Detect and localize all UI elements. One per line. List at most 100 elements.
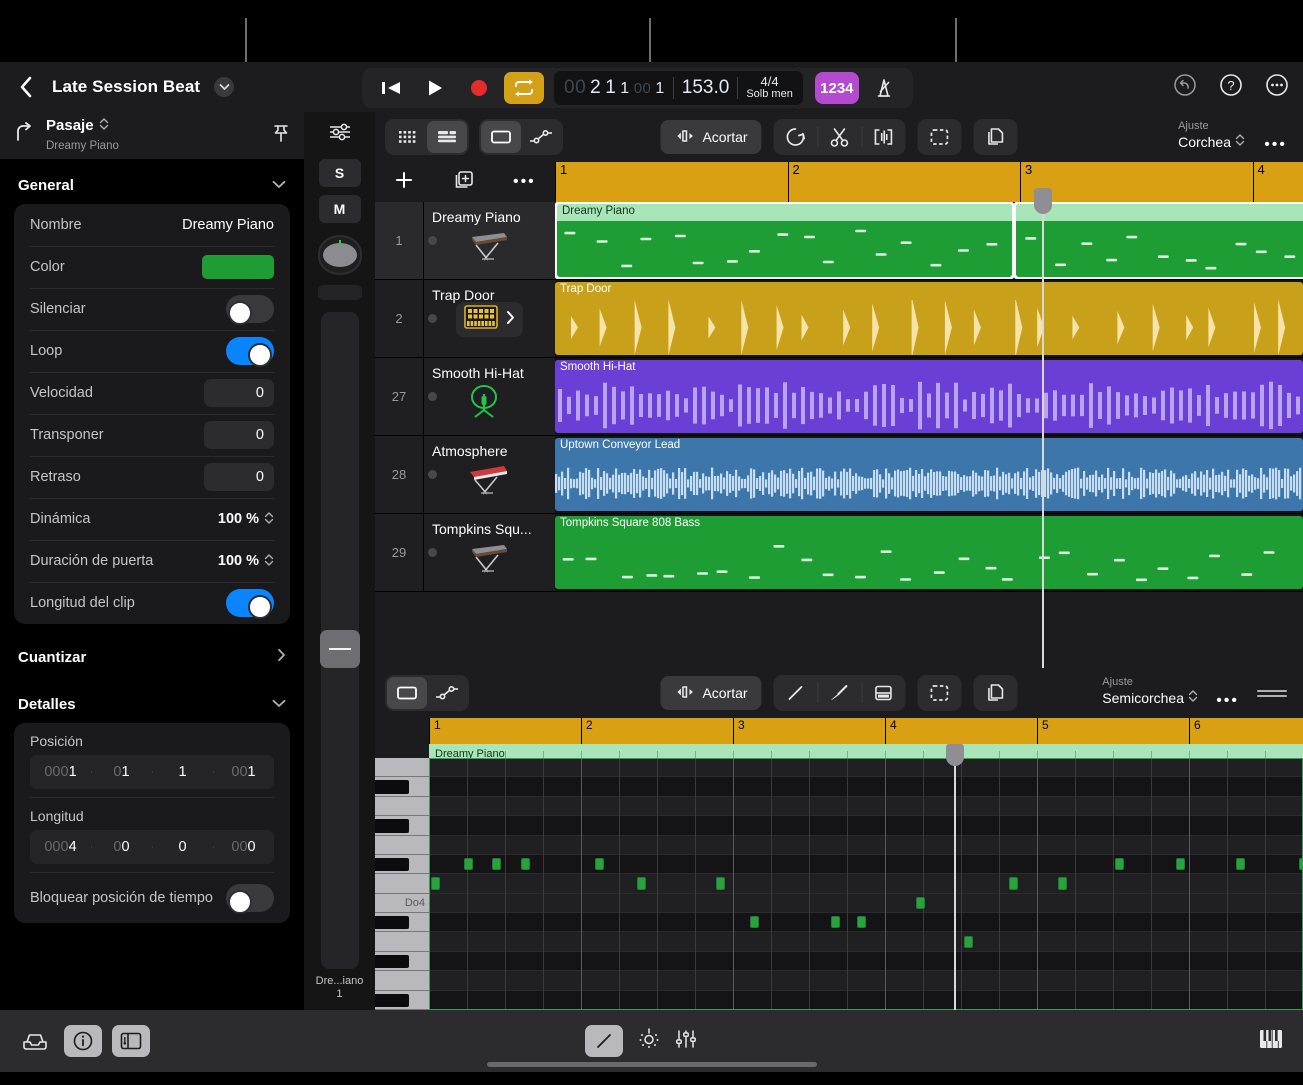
region[interactable]: Trap Door [555, 282, 1303, 355]
record-enable-dot[interactable] [428, 392, 437, 401]
region[interactable]: Tompkins Square 808 Bass [555, 516, 1303, 589]
midi-note[interactable] [915, 896, 925, 910]
row-nombre[interactable]: Nombre Dreamy Piano [14, 204, 290, 246]
track-row[interactable]: 2 Trap Door Trap Door [375, 280, 1303, 358]
midi-note[interactable] [963, 935, 973, 948]
track-lane[interactable]: Uptown Conveyor Lead [555, 436, 1303, 513]
editor-region-bar[interactable]: Dreamy Piano [429, 744, 1303, 760]
position-seg-div[interactable]: 1 [152, 764, 213, 780]
row-retraso[interactable]: Retraso 0 [14, 456, 290, 498]
timeline-ruler[interactable]: 1234567 [555, 162, 1303, 202]
cycle-icon[interactable] [504, 72, 544, 104]
piano-black-key[interactable] [375, 954, 409, 969]
playhead-handle[interactable] [1034, 188, 1052, 214]
track-info[interactable]: Smooth Hi-Hat [423, 358, 555, 435]
duplicate-icon[interactable] [973, 119, 1018, 155]
position-seg-beat[interactable]: 01 [91, 764, 152, 780]
row-dinamica[interactable]: Dinámica 100 % [14, 498, 290, 540]
duplicate-icon[interactable] [973, 675, 1018, 711]
stepper-icon[interactable] [264, 511, 274, 528]
length-field[interactable]: 000 4 00 0 00 0 [30, 830, 274, 864]
track-lane[interactable]: Tompkins Square 808 Bass [555, 514, 1303, 591]
duplicate-track-icon[interactable] [453, 169, 475, 196]
length-seg-div[interactable]: 0 [152, 839, 213, 855]
note-select-icon[interactable] [387, 677, 427, 709]
count-in-button[interactable]: 1234 [814, 72, 859, 104]
help-icon[interactable]: ? [1219, 73, 1243, 102]
more-icon[interactable]: ••• [513, 173, 536, 191]
editor-playhead-handle[interactable] [946, 744, 964, 766]
piano-white-key[interactable] [375, 758, 429, 778]
chevron-down-icon[interactable] [272, 176, 286, 194]
editors-panel-icon[interactable] [112, 1025, 150, 1057]
info-icon[interactable] [64, 1025, 102, 1057]
length-seg-bar[interactable]: 000 4 [30, 839, 91, 855]
editor-snap-value-row[interactable]: Semicorchea [1102, 689, 1198, 707]
stepper-icon[interactable] [264, 553, 274, 570]
horizontal-scrollbar[interactable] [487, 1062, 817, 1067]
stepper-icon[interactable] [99, 117, 109, 136]
undo-icon[interactable] [1173, 73, 1197, 102]
pencil-tool-icon[interactable] [585, 1025, 623, 1057]
record-icon[interactable] [460, 72, 498, 104]
position-field[interactable]: 000 1 01 1 00 1 [30, 755, 274, 789]
snap-value-row[interactable]: Corchea [1178, 133, 1245, 151]
pan-knob[interactable] [317, 235, 362, 275]
row-duracion-puerta[interactable]: Duración de puerta 100 % [14, 540, 290, 582]
track-lane[interactable]: Dreamy Piano [555, 202, 1303, 279]
midi-note[interactable] [1008, 877, 1018, 890]
piano-keyboard-icon[interactable] [1257, 1027, 1285, 1056]
record-enable-dot[interactable] [428, 314, 437, 323]
midi-note[interactable] [1115, 857, 1125, 871]
mixer-icon[interactable] [675, 1028, 697, 1055]
piano-black-key[interactable] [375, 916, 409, 930]
details-section-header[interactable]: Detalles [0, 677, 304, 723]
editor-snap-control[interactable]: Ajuste Semicorchea [1102, 676, 1198, 707]
midi-note[interactable] [831, 916, 840, 929]
volume-fader[interactable] [319, 312, 360, 969]
midi-note[interactable] [1236, 857, 1245, 871]
toggle-silenciar[interactable] [226, 295, 274, 325]
midi-note[interactable] [520, 857, 530, 871]
value-dinamica-group[interactable]: 100 % [218, 511, 274, 528]
midi-note[interactable] [1058, 877, 1068, 890]
lcd-display[interactable]: 00 2 1 1 00 1 153.0 4/4 Solb men [554, 71, 803, 105]
chevron-down-icon[interactable] [214, 77, 235, 97]
brightness-icon[interactable] [637, 1027, 661, 1056]
row-loop[interactable]: Loop [14, 330, 290, 372]
track-info[interactable]: Dreamy Piano [423, 202, 555, 279]
midi-note[interactable] [637, 877, 647, 890]
chevron-right-icon[interactable] [506, 310, 515, 330]
pin-icon[interactable] [272, 123, 290, 148]
pan-slider[interactable] [317, 285, 362, 300]
piano-keyboard[interactable]: Do4 [375, 758, 429, 1010]
record-enable-dot[interactable] [428, 470, 437, 479]
trim-button[interactable]: Acortar [660, 120, 762, 154]
arrow-up-left-icon[interactable] [14, 122, 34, 149]
length-seg-ticks[interactable]: 00 0 [213, 839, 274, 855]
track-info[interactable]: Trap Door [423, 280, 555, 357]
track-row[interactable]: 27 Smooth Hi-Hat Smooth Hi-Hat [375, 358, 1303, 436]
piano-white-key[interactable] [375, 835, 429, 855]
sliders-icon[interactable] [327, 122, 353, 147]
add-track-icon[interactable] [394, 170, 414, 195]
row-silenciar[interactable]: Silenciar [14, 288, 290, 330]
row-color[interactable]: Color [14, 246, 290, 288]
track-lane[interactable]: Trap Door [555, 280, 1303, 357]
value-duracion-group[interactable]: 100 % [218, 553, 274, 570]
grid-view-icon[interactable] [387, 121, 427, 153]
input-transponer[interactable]: 0 [204, 421, 274, 449]
automation-icon[interactable] [521, 121, 561, 153]
editor-playhead[interactable] [954, 758, 956, 1010]
more-icon[interactable] [1265, 73, 1289, 102]
stepper-icon[interactable] [1188, 689, 1198, 707]
velocity-icon[interactable] [861, 675, 906, 711]
chevron-left-icon[interactable] [14, 75, 38, 99]
piano-black-key[interactable] [375, 819, 409, 833]
track-lane[interactable]: Smooth Hi-Hat [555, 358, 1303, 435]
region-select-icon[interactable] [481, 121, 521, 153]
region[interactable]: Smooth Hi-Hat [555, 360, 1303, 433]
scissors-icon[interactable] [817, 119, 862, 155]
snap-control[interactable]: Ajuste Corchea [1178, 120, 1245, 151]
track-row[interactable]: 28 Atmosphere Uptown Conveyor Lead [375, 436, 1303, 514]
